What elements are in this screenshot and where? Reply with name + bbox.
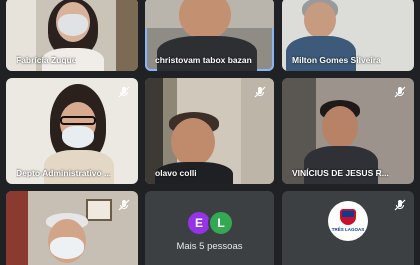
avatar: L: [208, 210, 234, 236]
city-logo: TRÊS LAGOAS: [328, 201, 368, 241]
video-tile-depto-administrativo[interactable]: Depto Administrativo ...: [6, 78, 138, 184]
mic-off-icon: [118, 199, 130, 211]
video-tile-christovam[interactable]: christovam tabox bazan: [145, 0, 274, 71]
participant-name: Milton Gomes Silveira: [292, 55, 381, 65]
mic-off-icon: [254, 86, 266, 98]
video-tile-fabricia[interactable]: Fabrícia Zuque: [6, 0, 138, 71]
logo-text: TRÊS LAGOAS: [331, 227, 365, 232]
mic-off-icon: [118, 86, 130, 98]
video-tile-vinicius[interactable]: VINÍCIUS DE JESUS R...: [282, 78, 414, 184]
mic-off-icon: [394, 199, 406, 211]
more-participants-label: Mais 5 pessoas: [176, 241, 243, 252]
avatar-group: E L: [186, 210, 236, 236]
video-tile-participant-9[interactable]: TRÊS LAGOAS: [282, 191, 414, 265]
video-tile-milton[interactable]: Milton Gomes Silveira: [282, 0, 414, 71]
video-tile-participant-7[interactable]: [6, 191, 138, 265]
participant-name: VINÍCIUS DE JESUS R...: [292, 168, 389, 178]
participant-name: christovam tabox bazan: [155, 55, 252, 65]
video-tile-olavo[interactable]: olavo colli: [145, 78, 274, 184]
mic-off-icon: [394, 86, 406, 98]
participant-name: olavo colli: [155, 168, 197, 178]
more-participants-tile[interactable]: E L Mais 5 pessoas: [145, 191, 274, 265]
participant-name: Depto Administrativo ...: [16, 168, 112, 178]
participant-name: Fabrícia Zuque: [16, 55, 77, 65]
